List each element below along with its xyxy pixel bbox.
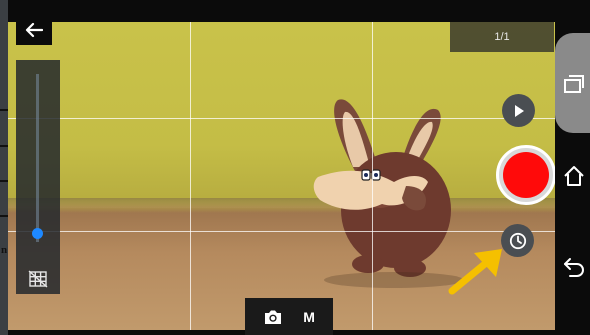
play-button[interactable] <box>502 94 535 127</box>
media-counter: 1/1 <box>450 22 554 52</box>
zoom-panel <box>16 60 60 294</box>
yellow-arrow-annotation <box>448 249 502 295</box>
grid-toggle-button[interactable] <box>28 270 48 288</box>
grid-off-icon <box>28 270 48 288</box>
home-button[interactable] <box>560 162 588 190</box>
zoom-slider-handle[interactable] <box>32 228 43 240</box>
recents-icon <box>564 75 584 93</box>
camera-icon[interactable] <box>263 309 283 325</box>
grid-line <box>190 22 191 330</box>
grid-line <box>372 22 373 330</box>
grid-line <box>8 231 555 232</box>
screen: n 1/1 M <box>0 0 590 335</box>
margin-tick <box>0 215 8 217</box>
margin-letter: n <box>0 244 8 256</box>
mode-bar: M <box>245 298 333 335</box>
table-edge <box>8 198 555 208</box>
grid-line <box>8 118 555 119</box>
margin-tick <box>0 145 8 147</box>
home-icon <box>564 166 584 186</box>
system-back-button[interactable] <box>560 253 588 281</box>
manual-mode-button[interactable]: M <box>303 309 315 325</box>
play-icon <box>514 104 524 117</box>
recents-button[interactable] <box>560 70 588 98</box>
subject-bunny-figure <box>313 99 464 288</box>
clock-icon <box>509 232 526 249</box>
margin-tick <box>0 109 8 111</box>
back-icon <box>564 258 584 277</box>
record-button[interactable] <box>496 145 556 205</box>
camera-app: 1/1 M <box>8 0 590 335</box>
record-icon <box>503 152 549 198</box>
back-button[interactable] <box>16 15 52 45</box>
margin-tick <box>0 180 8 182</box>
zoom-slider-track[interactable] <box>36 74 39 242</box>
adjacent-window-edge: n <box>0 0 8 335</box>
arrow-left-icon <box>25 22 43 38</box>
